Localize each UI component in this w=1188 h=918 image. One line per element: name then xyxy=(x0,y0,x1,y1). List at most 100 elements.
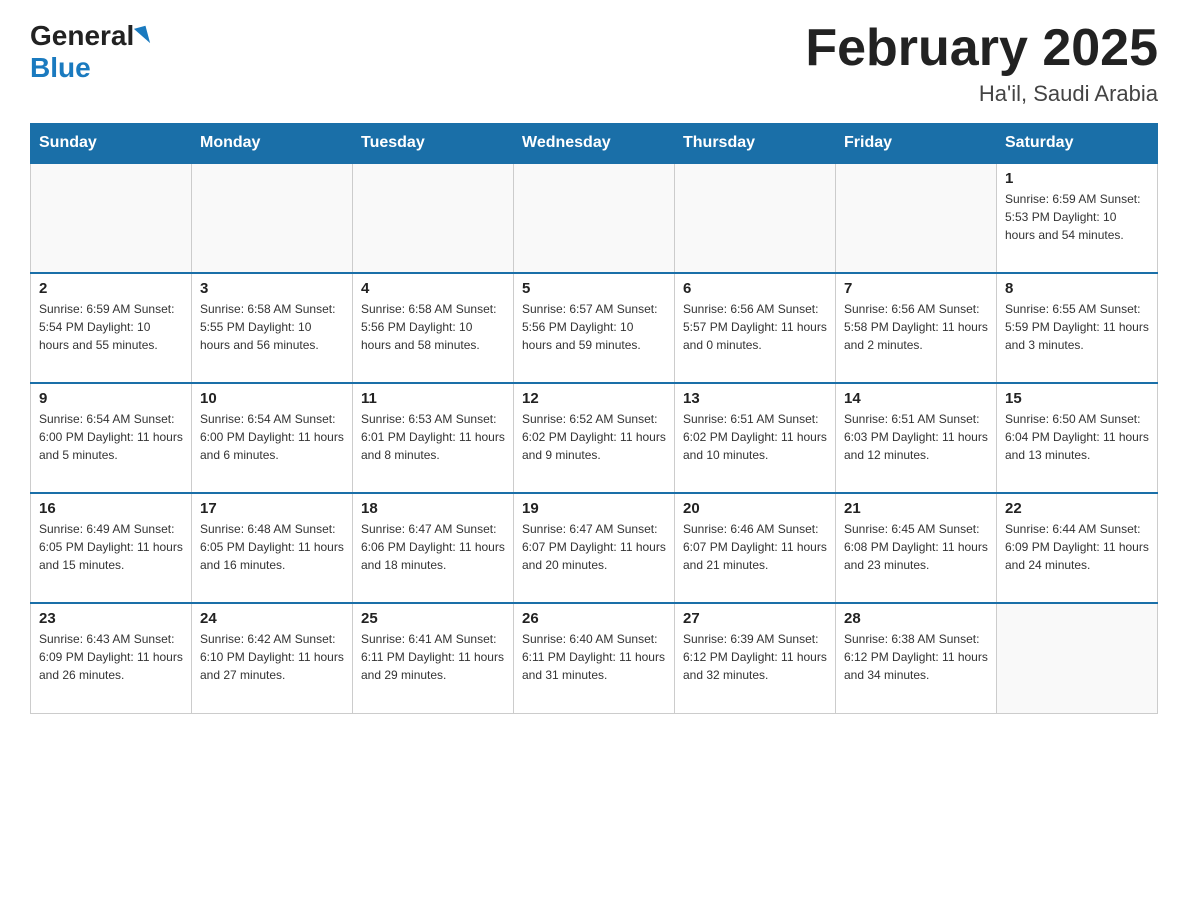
day-info: Sunrise: 6:47 AM Sunset: 6:07 PM Dayligh… xyxy=(522,520,666,574)
day-number: 6 xyxy=(683,280,827,297)
day-info: Sunrise: 6:58 AM Sunset: 5:56 PM Dayligh… xyxy=(361,300,505,354)
day-number: 27 xyxy=(683,610,827,627)
calendar-cell: 8 Sunrise: 6:55 AM Sunset: 5:59 PM Daylig… xyxy=(997,273,1158,383)
day-info: Sunrise: 6:57 AM Sunset: 5:56 PM Dayligh… xyxy=(522,300,666,354)
weekday-header-row: SundayMondayTuesdayWednesdayThursdayFrid… xyxy=(31,124,1158,164)
calendar-cell: 23 Sunrise: 6:43 AM Sunset: 6:09 PM Dayli… xyxy=(31,603,192,713)
calendar-cell: 1 Sunrise: 6:59 AM Sunset: 5:53 PM Daylig… xyxy=(997,163,1158,273)
day-number: 21 xyxy=(844,500,988,517)
calendar-cell xyxy=(353,163,514,273)
calendar-cell: 2 Sunrise: 6:59 AM Sunset: 5:54 PM Daylig… xyxy=(31,273,192,383)
day-number: 19 xyxy=(522,500,666,517)
weekday-header-wednesday: Wednesday xyxy=(514,124,675,164)
logo: General Blue xyxy=(30,20,148,84)
day-number: 3 xyxy=(200,280,344,297)
calendar-cell: 25 Sunrise: 6:41 AM Sunset: 6:11 PM Dayli… xyxy=(353,603,514,713)
day-info: Sunrise: 6:54 AM Sunset: 6:00 PM Dayligh… xyxy=(200,410,344,464)
day-number: 10 xyxy=(200,390,344,407)
day-info: Sunrise: 6:58 AM Sunset: 5:55 PM Dayligh… xyxy=(200,300,344,354)
calendar-cell: 12 Sunrise: 6:52 AM Sunset: 6:02 PM Dayli… xyxy=(514,383,675,493)
day-info: Sunrise: 6:51 AM Sunset: 6:02 PM Dayligh… xyxy=(683,410,827,464)
calendar-cell: 26 Sunrise: 6:40 AM Sunset: 6:11 PM Dayli… xyxy=(514,603,675,713)
calendar-week-row: 23 Sunrise: 6:43 AM Sunset: 6:09 PM Dayli… xyxy=(31,603,1158,713)
calendar-cell: 27 Sunrise: 6:39 AM Sunset: 6:12 PM Dayli… xyxy=(675,603,836,713)
day-number: 23 xyxy=(39,610,183,627)
day-info: Sunrise: 6:43 AM Sunset: 6:09 PM Dayligh… xyxy=(39,630,183,684)
day-info: Sunrise: 6:55 AM Sunset: 5:59 PM Dayligh… xyxy=(1005,300,1149,354)
weekday-header-sunday: Sunday xyxy=(31,124,192,164)
day-info: Sunrise: 6:45 AM Sunset: 6:08 PM Dayligh… xyxy=(844,520,988,574)
calendar-cell: 3 Sunrise: 6:58 AM Sunset: 5:55 PM Daylig… xyxy=(192,273,353,383)
calendar-cell: 7 Sunrise: 6:56 AM Sunset: 5:58 PM Daylig… xyxy=(836,273,997,383)
calendar-week-row: 9 Sunrise: 6:54 AM Sunset: 6:00 PM Daylig… xyxy=(31,383,1158,493)
day-info: Sunrise: 6:56 AM Sunset: 5:57 PM Dayligh… xyxy=(683,300,827,354)
day-info: Sunrise: 6:54 AM Sunset: 6:00 PM Dayligh… xyxy=(39,410,183,464)
weekday-header-friday: Friday xyxy=(836,124,997,164)
day-number: 15 xyxy=(1005,390,1149,407)
day-info: Sunrise: 6:46 AM Sunset: 6:07 PM Dayligh… xyxy=(683,520,827,574)
weekday-header-thursday: Thursday xyxy=(675,124,836,164)
calendar-week-row: 2 Sunrise: 6:59 AM Sunset: 5:54 PM Daylig… xyxy=(31,273,1158,383)
day-info: Sunrise: 6:48 AM Sunset: 6:05 PM Dayligh… xyxy=(200,520,344,574)
day-info: Sunrise: 6:39 AM Sunset: 6:12 PM Dayligh… xyxy=(683,630,827,684)
calendar-body: 1 Sunrise: 6:59 AM Sunset: 5:53 PM Daylig… xyxy=(31,163,1158,713)
day-number: 8 xyxy=(1005,280,1149,297)
calendar-week-row: 16Sunrise: 6:49 AM Sunset: 6:05 PM Dayli… xyxy=(31,493,1158,603)
calendar-week-row: 1 Sunrise: 6:59 AM Sunset: 5:53 PM Daylig… xyxy=(31,163,1158,273)
weekday-header-tuesday: Tuesday xyxy=(353,124,514,164)
calendar-cell: 10 Sunrise: 6:54 AM Sunset: 6:00 PM Dayli… xyxy=(192,383,353,493)
day-info: Sunrise: 6:59 AM Sunset: 5:53 PM Dayligh… xyxy=(1005,190,1149,244)
calendar-cell xyxy=(675,163,836,273)
day-info: Sunrise: 6:38 AM Sunset: 6:12 PM Dayligh… xyxy=(844,630,988,684)
weekday-header-saturday: Saturday xyxy=(997,124,1158,164)
day-info: Sunrise: 6:53 AM Sunset: 6:01 PM Dayligh… xyxy=(361,410,505,464)
calendar-cell: 5 Sunrise: 6:57 AM Sunset: 5:56 PM Daylig… xyxy=(514,273,675,383)
day-info: Sunrise: 6:49 AM Sunset: 6:05 PM Dayligh… xyxy=(39,520,183,574)
day-info: Sunrise: 6:40 AM Sunset: 6:11 PM Dayligh… xyxy=(522,630,666,684)
calendar-cell xyxy=(31,163,192,273)
calendar-cell: 18Sunrise: 6:47 AM Sunset: 6:06 PM Dayli… xyxy=(353,493,514,603)
day-number: 2 xyxy=(39,280,183,297)
day-number: 4 xyxy=(361,280,505,297)
day-number: 5 xyxy=(522,280,666,297)
day-number: 11 xyxy=(361,390,505,407)
calendar-cell: 9 Sunrise: 6:54 AM Sunset: 6:00 PM Daylig… xyxy=(31,383,192,493)
day-number: 12 xyxy=(522,390,666,407)
calendar-header: SundayMondayTuesdayWednesdayThursdayFrid… xyxy=(31,124,1158,164)
page-subtitle: Ha'il, Saudi Arabia xyxy=(805,81,1158,107)
day-info: Sunrise: 6:44 AM Sunset: 6:09 PM Dayligh… xyxy=(1005,520,1149,574)
calendar-cell: 20Sunrise: 6:46 AM Sunset: 6:07 PM Dayli… xyxy=(675,493,836,603)
calendar-cell: 28 Sunrise: 6:38 AM Sunset: 6:12 PM Dayli… xyxy=(836,603,997,713)
calendar-cell: 15 Sunrise: 6:50 AM Sunset: 6:04 PM Dayli… xyxy=(997,383,1158,493)
day-number: 25 xyxy=(361,610,505,627)
calendar-cell: 6 Sunrise: 6:56 AM Sunset: 5:57 PM Daylig… xyxy=(675,273,836,383)
calendar-cell: 21 Sunrise: 6:45 AM Sunset: 6:08 PM Dayli… xyxy=(836,493,997,603)
calendar-cell: 24 Sunrise: 6:42 AM Sunset: 6:10 PM Dayli… xyxy=(192,603,353,713)
calendar-cell: 22 Sunrise: 6:44 AM Sunset: 6:09 PM Dayli… xyxy=(997,493,1158,603)
calendar-cell: 13Sunrise: 6:51 AM Sunset: 6:02 PM Dayli… xyxy=(675,383,836,493)
day-info: Sunrise: 6:50 AM Sunset: 6:04 PM Dayligh… xyxy=(1005,410,1149,464)
calendar-cell xyxy=(997,603,1158,713)
day-number: 22 xyxy=(1005,500,1149,517)
day-info: Sunrise: 6:41 AM Sunset: 6:11 PM Dayligh… xyxy=(361,630,505,684)
title-area: February 2025 Ha'il, Saudi Arabia xyxy=(805,20,1158,107)
calendar-cell: 4 Sunrise: 6:58 AM Sunset: 5:56 PM Daylig… xyxy=(353,273,514,383)
day-info: Sunrise: 6:47 AM Sunset: 6:06 PM Dayligh… xyxy=(361,520,505,574)
logo-general-text: General xyxy=(30,20,134,52)
calendar-table: SundayMondayTuesdayWednesdayThursdayFrid… xyxy=(30,123,1158,714)
day-info: Sunrise: 6:51 AM Sunset: 6:03 PM Dayligh… xyxy=(844,410,988,464)
day-number: 24 xyxy=(200,610,344,627)
day-number: 9 xyxy=(39,390,183,407)
day-number: 7 xyxy=(844,280,988,297)
calendar-cell: 17 Sunrise: 6:48 AM Sunset: 6:05 PM Dayli… xyxy=(192,493,353,603)
day-number: 26 xyxy=(522,610,666,627)
day-number: 1 xyxy=(1005,170,1149,187)
calendar-cell: 11 Sunrise: 6:53 AM Sunset: 6:01 PM Dayli… xyxy=(353,383,514,493)
day-info: Sunrise: 6:56 AM Sunset: 5:58 PM Dayligh… xyxy=(844,300,988,354)
day-info: Sunrise: 6:52 AM Sunset: 6:02 PM Dayligh… xyxy=(522,410,666,464)
day-number: 17 xyxy=(200,500,344,517)
day-info: Sunrise: 6:59 AM Sunset: 5:54 PM Dayligh… xyxy=(39,300,183,354)
day-number: 28 xyxy=(844,610,988,627)
day-info: Sunrise: 6:42 AM Sunset: 6:10 PM Dayligh… xyxy=(200,630,344,684)
calendar-cell xyxy=(836,163,997,273)
